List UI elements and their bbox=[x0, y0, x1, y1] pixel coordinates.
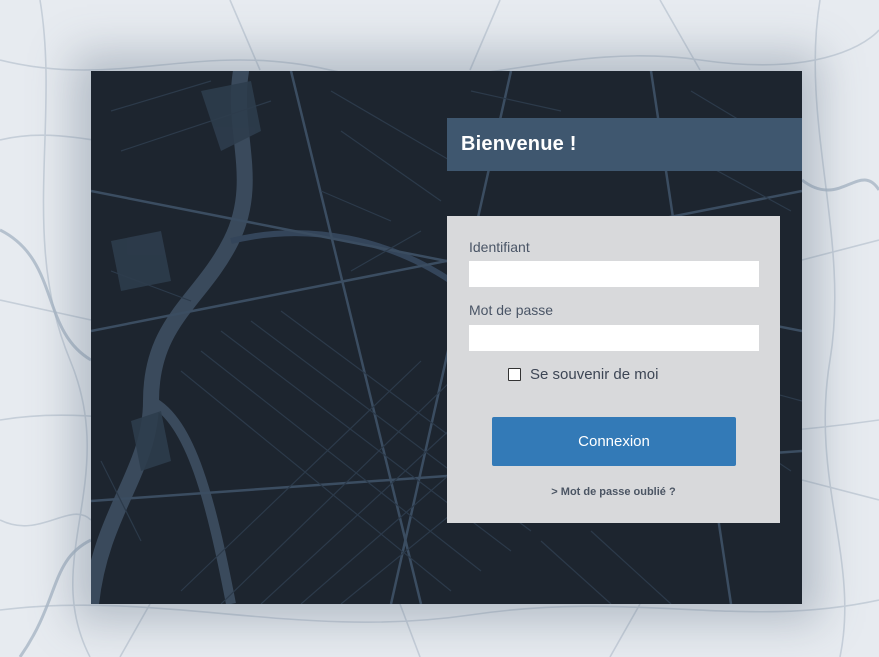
remember-me-checkbox[interactable] bbox=[508, 368, 521, 381]
welcome-bar: Bienvenue ! bbox=[447, 118, 802, 171]
remember-me-toggle[interactable]: Se souvenir de moi bbox=[508, 366, 658, 383]
username-label: Identifiant bbox=[469, 239, 530, 255]
login-form: Identifiant Mot de passe Se souvenir de … bbox=[447, 216, 780, 523]
forgot-password-link[interactable]: > Mot de passe oublié ? bbox=[447, 486, 780, 498]
login-button[interactable]: Connexion bbox=[492, 417, 736, 466]
login-page: Bienvenue ! Identifiant Mot de passe Se … bbox=[0, 0, 879, 657]
login-panel: Bienvenue ! Identifiant Mot de passe Se … bbox=[91, 71, 802, 604]
password-input[interactable] bbox=[469, 325, 759, 351]
password-label: Mot de passe bbox=[469, 302, 554, 318]
remember-me-label: Se souvenir de moi bbox=[530, 366, 659, 383]
welcome-title: Bienvenue ! bbox=[461, 133, 577, 155]
username-input[interactable] bbox=[469, 261, 759, 287]
